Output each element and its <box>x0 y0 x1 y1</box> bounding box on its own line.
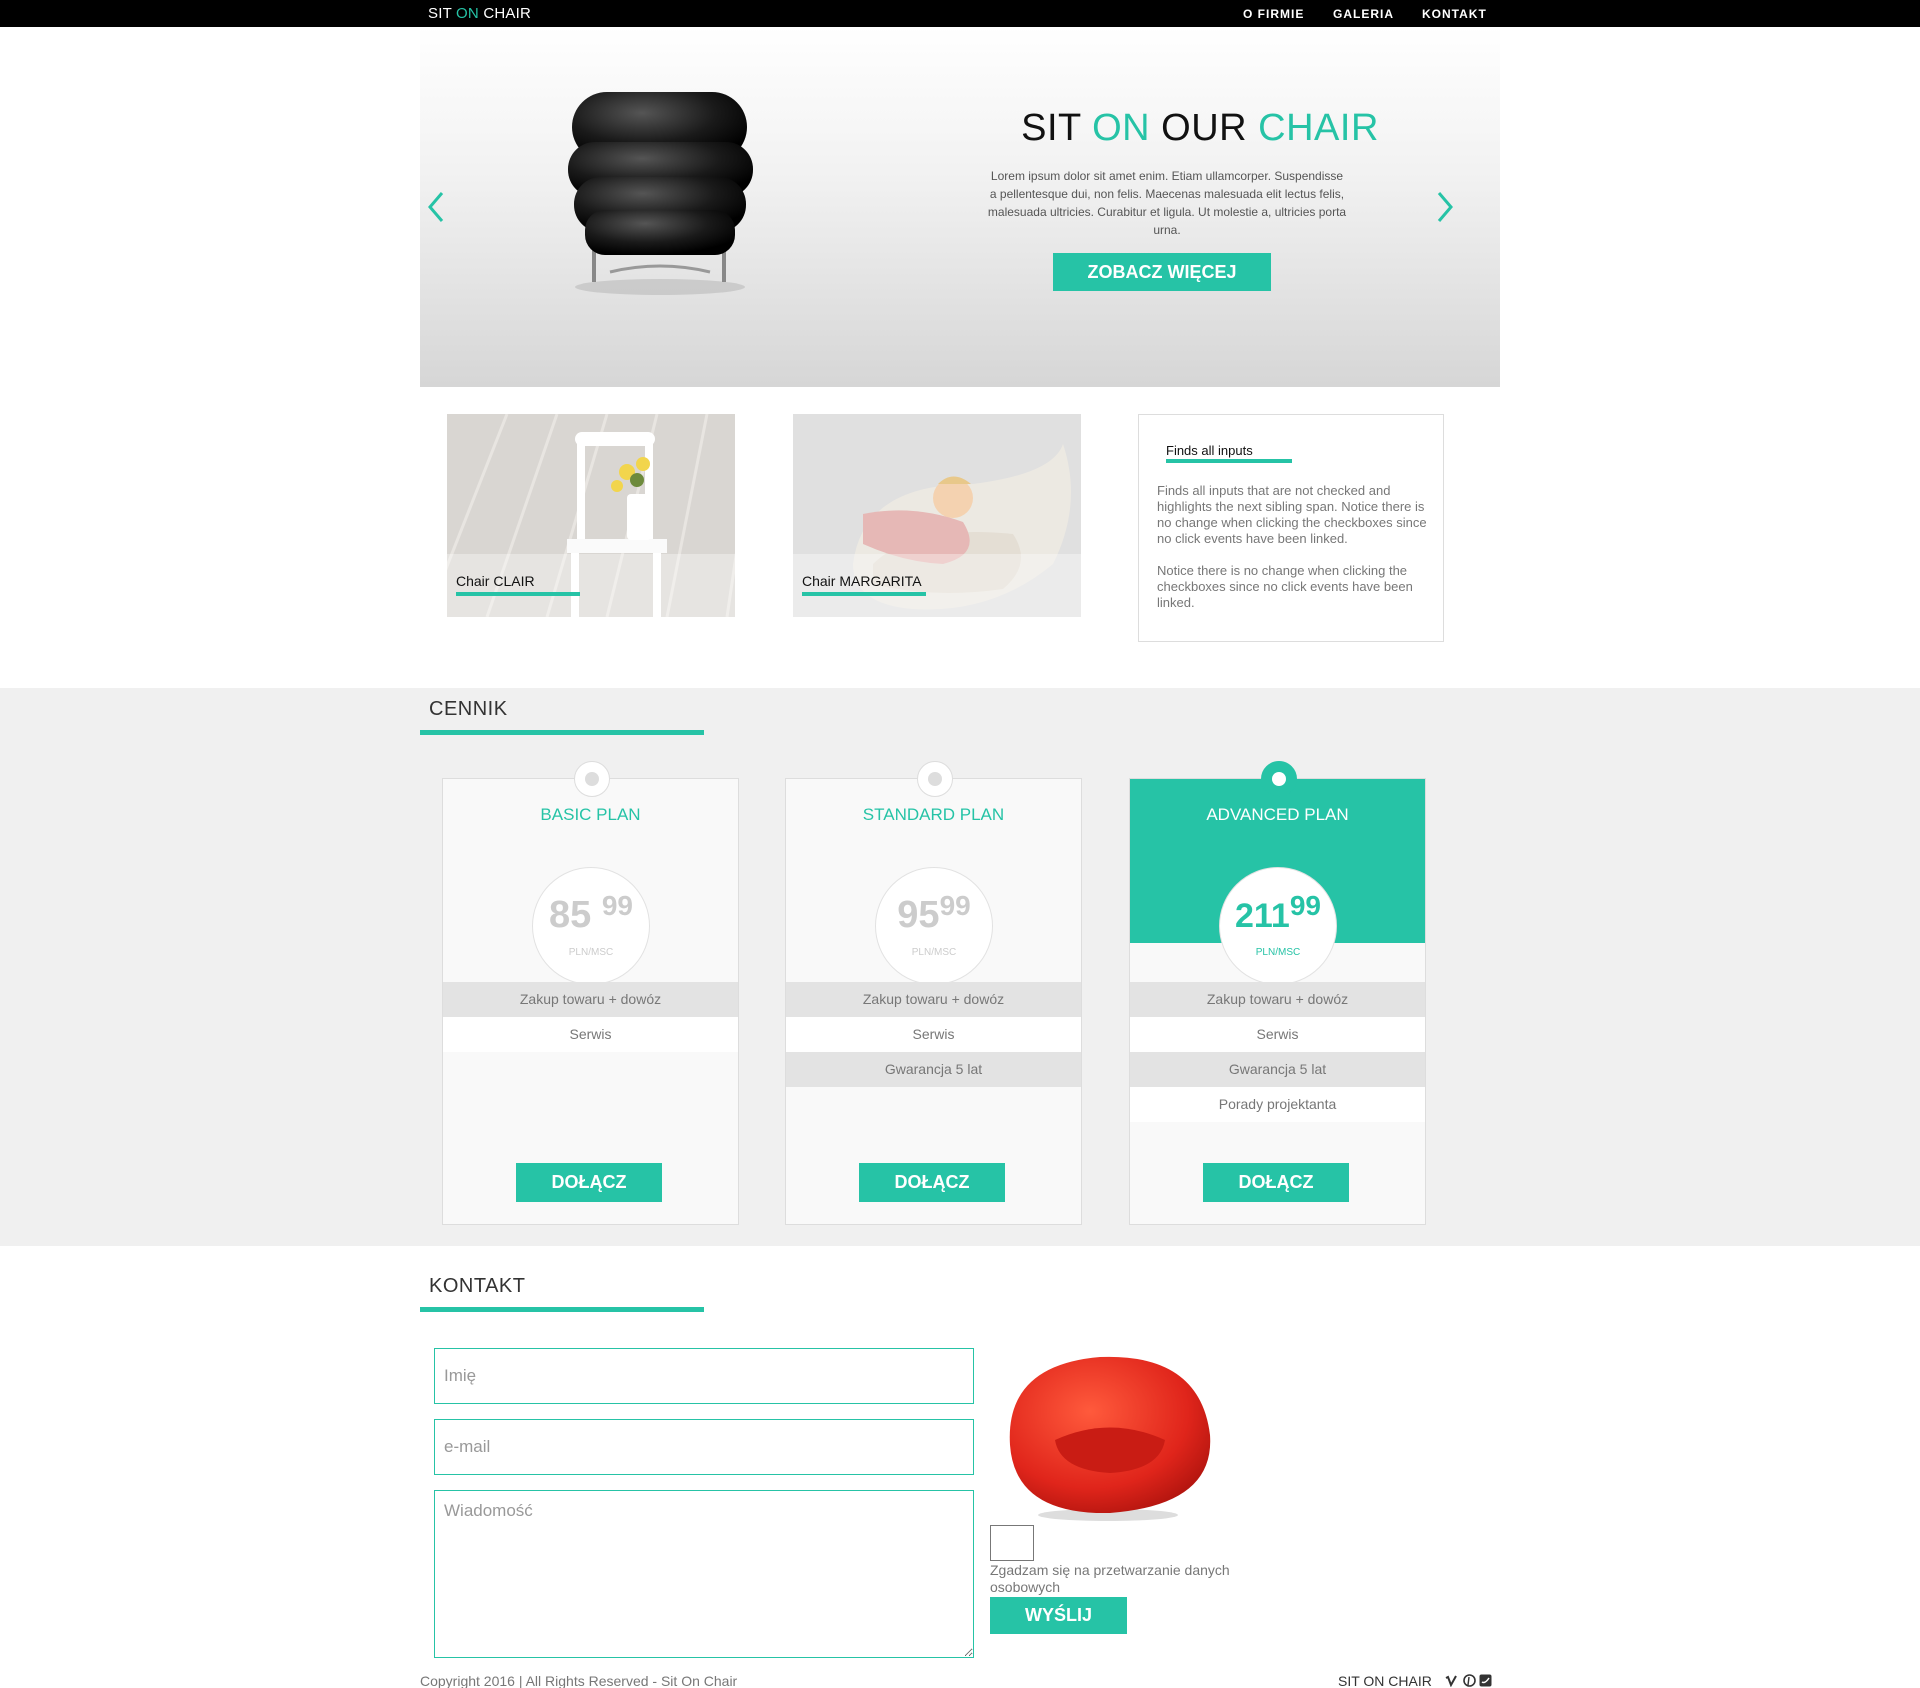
info-title: Finds all inputs <box>1166 443 1253 458</box>
hero-title-chair: CHAIR <box>1258 107 1379 149</box>
pricing-title: CENNIK <box>429 698 508 720</box>
contact-title: KONTAKT <box>429 1275 526 1297</box>
hero-title: SIT ON OUR CHAIR <box>1000 107 1400 150</box>
chevron-left-icon[interactable] <box>424 187 448 227</box>
plan-name: ADVANCED PLAN <box>1206 805 1349 824</box>
plan-dot-icon <box>1261 761 1297 797</box>
info-paragraph-1: Finds all inputs that are not checked an… <box>1157 483 1427 546</box>
price-whole: 211 <box>1234 897 1290 935</box>
caption-underline <box>456 592 580 596</box>
plan-price: 21199 <box>1220 890 1336 936</box>
price-circle: 21199 PLN/MSC <box>1219 867 1337 985</box>
info-paragraph-2: Notice there is no change when clicking … <box>1157 563 1413 610</box>
send-button[interactable]: WYŚLIJ <box>990 1597 1127 1634</box>
plan-feature: Serwis <box>786 1017 1081 1052</box>
plan-dot-icon <box>574 761 610 797</box>
product-card-margarita[interactable]: Chair MARGARITA <box>793 414 1081 617</box>
vimeo-icon[interactable] <box>1445 1674 1458 1687</box>
hero-title-sit: SIT <box>1021 107 1082 149</box>
consent-checkbox[interactable] <box>990 1525 1034 1561</box>
plan-feature: Porady projektanta <box>1130 1087 1425 1122</box>
logo-sit: SIT <box>428 5 452 22</box>
nav-item-galeria[interactable]: GALERIA <box>1333 7 1394 21</box>
hero-slider: SIT ON OUR CHAIR Lorem ipsum dolor sit a… <box>420 27 1500 387</box>
price-cents: 99 <box>939 890 971 921</box>
caption-underline <box>802 592 926 596</box>
join-button-basic[interactable]: DOŁĄCZ <box>516 1163 662 1202</box>
consent-label: Zgadzam się na przetwarzanie danych osob… <box>990 1562 1230 1595</box>
card-caption-text: Chair MARGARITA <box>802 573 922 589</box>
contact-title-underline <box>420 1307 704 1312</box>
price-unit: PLN/MSC <box>911 947 957 958</box>
plan-standard: STANDARD PLAN 9599 PLN/MSC Zakup towaru … <box>785 761 1082 1225</box>
plan-basic: BASIC PLAN 85 99 PLN/MSC Zakup towaru + … <box>442 761 739 1225</box>
pricing-section: CENNIK BASIC PLAN 85 99 PLN/MSC Zakup to… <box>0 688 1920 1246</box>
footer-brand: SIT ON CHAIR <box>1338 1673 1432 1688</box>
twitter-icon[interactable] <box>1479 1674 1492 1687</box>
price-circle: 85 99 PLN/MSC <box>532 867 650 985</box>
info-text: Finds all inputs that are not checked an… <box>1157 483 1437 611</box>
info-underline <box>1166 459 1292 463</box>
site-logo[interactable]: SIT ON CHAIR <box>428 5 531 22</box>
plan-feature: Serwis <box>1130 1017 1425 1052</box>
hero-title-our: OUR <box>1161 107 1248 149</box>
plan-feature: Zakup towaru + dowóz <box>1130 982 1425 1017</box>
message-textarea[interactable] <box>434 1490 974 1658</box>
plan-feature: Gwarancja 5 lat <box>1130 1052 1425 1087</box>
price-whole: 95 <box>897 894 940 936</box>
card-caption: Chair CLAIR <box>447 554 735 617</box>
price-unit: PLN/MSC <box>1255 947 1301 958</box>
join-button-standard[interactable]: DOŁĄCZ <box>859 1163 1005 1202</box>
nav-item-o-firmie[interactable]: O FIRMIE <box>1243 7 1304 21</box>
price-cents: 99 <box>601 890 633 921</box>
chevron-right-icon[interactable] <box>1433 187 1457 227</box>
plan-feature: Zakup towaru + dowóz <box>443 982 738 1017</box>
plan-feature: Gwarancja 5 lat <box>786 1052 1081 1087</box>
plan-price: 9599 <box>876 890 992 937</box>
nav-item-kontakt[interactable]: KONTAKT <box>1422 7 1487 21</box>
logo-chair: CHAIR <box>483 5 531 22</box>
product-card-clair[interactable]: Chair CLAIR <box>447 414 735 617</box>
plan-feature: Zakup towaru + dowóz <box>786 982 1081 1017</box>
join-button-advanced[interactable]: DOŁĄCZ <box>1203 1163 1349 1202</box>
name-input[interactable] <box>434 1348 974 1404</box>
black-armchair-image <box>568 92 753 295</box>
price-unit: PLN/MSC <box>568 947 614 958</box>
price-whole: 85 <box>549 894 592 936</box>
plan-name: STANDARD PLAN <box>862 805 1005 824</box>
plan-price: 85 99 <box>533 890 649 937</box>
plan-dot-icon <box>917 761 953 797</box>
pricing-title-underline <box>420 730 704 735</box>
price-cents: 99 <box>1289 890 1321 921</box>
plan-name: BASIC PLAN <box>540 805 641 824</box>
hero-title-on: ON <box>1092 107 1151 149</box>
email-input[interactable] <box>434 1419 974 1475</box>
top-navbar: SIT ON CHAIR O FIRMIE GALERIA KONTAKT <box>0 0 1920 27</box>
copyright-text: Copyright 2016 | All Rights Reserved - S… <box>420 1673 738 1688</box>
card-caption: Chair MARGARITA <box>793 554 1081 617</box>
logo-on: ON <box>456 5 479 22</box>
red-armchair-image <box>1009 1356 1211 1521</box>
price-circle: 9599 PLN/MSC <box>875 867 993 985</box>
pinterest-icon[interactable] <box>1463 1674 1476 1687</box>
plan-feature: Serwis <box>443 1017 738 1052</box>
card-caption-text: Chair CLAIR <box>456 573 535 589</box>
plan-advanced: ADVANCED PLAN 21199 PLN/MSC Zakup towaru… <box>1129 761 1426 1225</box>
info-box: Finds all inputs Finds all inputs that a… <box>1138 414 1444 642</box>
see-more-button[interactable]: ZOBACZ WIĘCEJ <box>1053 253 1271 291</box>
hero-description: Lorem ipsum dolor sit amet enim. Etiam u… <box>987 169 1347 237</box>
